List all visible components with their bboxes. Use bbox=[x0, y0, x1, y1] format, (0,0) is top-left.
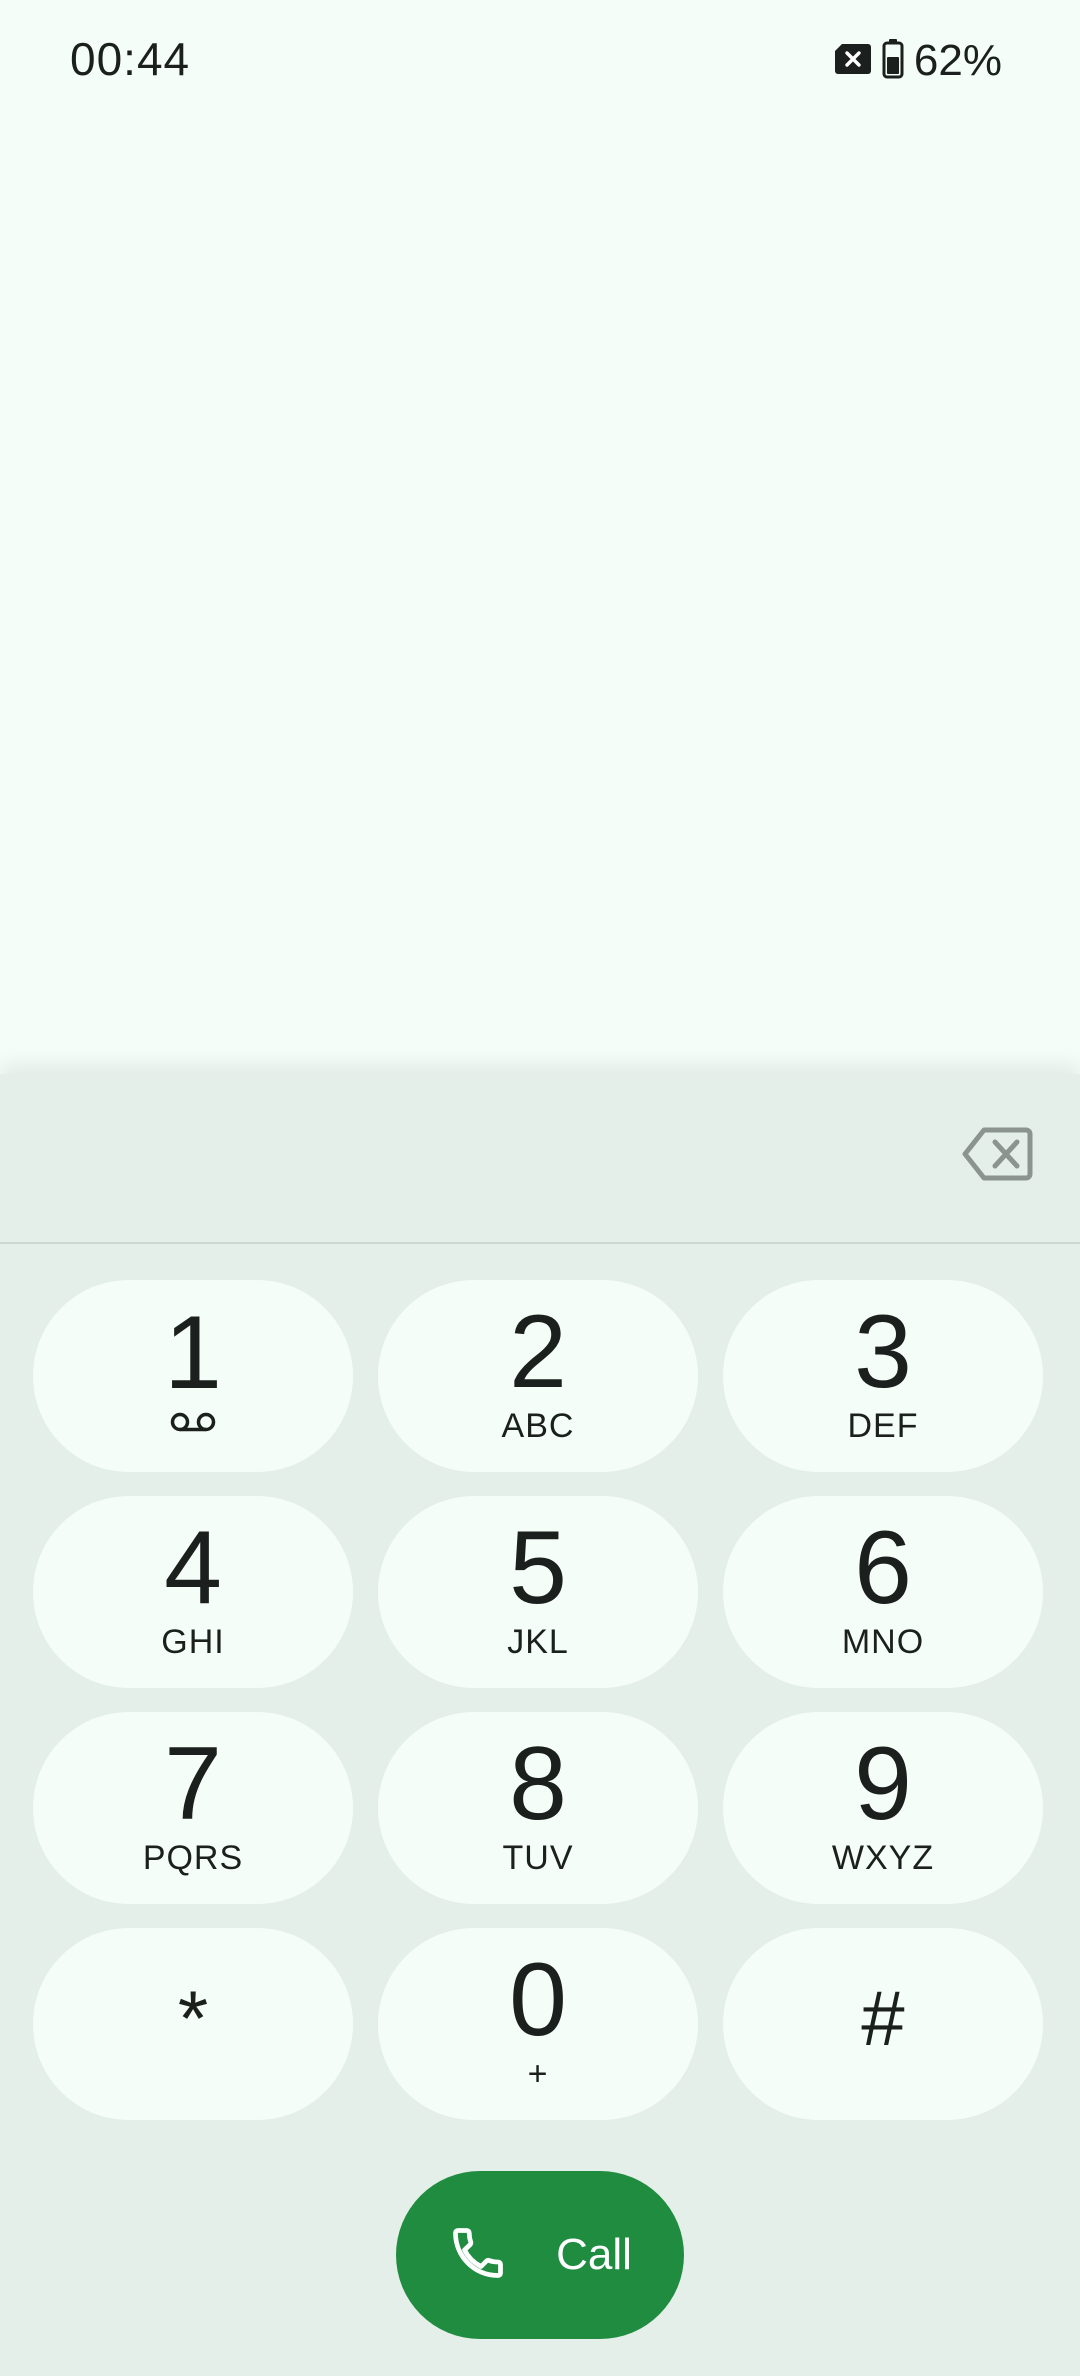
status-bar: 00:44 62% bbox=[0, 0, 1080, 120]
key-letters: GHI bbox=[161, 1623, 225, 1661]
call-label: Call bbox=[556, 2230, 632, 2279]
phone-icon bbox=[448, 2223, 508, 2288]
key-letters: JKL bbox=[507, 1623, 569, 1661]
divider bbox=[0, 1242, 1080, 1244]
key-0[interactable]: 0 + bbox=[378, 1928, 698, 2120]
key-digit: 1 bbox=[164, 1295, 222, 1411]
key-letters: MNO bbox=[841, 1623, 925, 1661]
battery-icon bbox=[882, 38, 904, 84]
key-digit: * bbox=[177, 1974, 209, 2062]
dialpad-sheet: 1 2 ABC 3 DEF 4 GHI 5 JKL 6 MNO 7 PQRS 8… bbox=[0, 1074, 1080, 2376]
backspace-icon bbox=[962, 1127, 1034, 1186]
status-time: 00:44 bbox=[70, 33, 191, 85]
key-letters: TUV bbox=[502, 1839, 574, 1877]
key-4[interactable]: 4 GHI bbox=[33, 1496, 353, 1688]
key-6[interactable]: 6 MNO bbox=[723, 1496, 1043, 1688]
key-8[interactable]: 8 TUV bbox=[378, 1712, 698, 1904]
keypad: 1 2 ABC 3 DEF 4 GHI 5 JKL 6 MNO 7 PQRS 8… bbox=[33, 1280, 1047, 2120]
key-letters: PQRS bbox=[142, 1839, 244, 1877]
key-hash[interactable]: # bbox=[723, 1928, 1043, 2120]
digits-row bbox=[0, 1074, 1080, 1242]
backspace-button[interactable] bbox=[962, 1126, 1034, 1182]
dialer-content-area bbox=[0, 120, 1080, 1050]
key-letters: WXYZ bbox=[831, 1839, 935, 1877]
dialer-screen: 00:44 62% 1 2 ABC 3 DEF 4 GHI 5 JKL 6 MN… bbox=[0, 0, 1080, 2376]
key-digit: 7 bbox=[164, 1726, 222, 1842]
key-letters: + bbox=[527, 2055, 549, 2093]
voicemail-icon bbox=[170, 1411, 216, 1445]
digits-input[interactable] bbox=[40, 1104, 920, 1214]
key-digit: 3 bbox=[854, 1294, 912, 1410]
key-digit: 2 bbox=[509, 1294, 567, 1410]
key-digit: 6 bbox=[854, 1510, 912, 1626]
key-digit: 0 bbox=[509, 1942, 567, 2058]
key-star[interactable]: * bbox=[33, 1928, 353, 2120]
key-digit: # bbox=[861, 1974, 905, 2062]
key-digit: 4 bbox=[164, 1510, 222, 1626]
key-1[interactable]: 1 bbox=[33, 1280, 353, 1472]
key-digit: 8 bbox=[509, 1726, 567, 1842]
key-letters: ABC bbox=[501, 1407, 575, 1445]
status-icons: 62% bbox=[834, 34, 1002, 88]
key-3[interactable]: 3 DEF bbox=[723, 1280, 1043, 1472]
key-digit: 5 bbox=[509, 1510, 567, 1626]
battery-percent: 62% bbox=[913, 36, 1002, 85]
key-5[interactable]: 5 JKL bbox=[378, 1496, 698, 1688]
key-digit: 9 bbox=[854, 1726, 912, 1842]
key-9[interactable]: 9 WXYZ bbox=[723, 1712, 1043, 1904]
no-sim-icon bbox=[834, 43, 872, 80]
key-2[interactable]: 2 ABC bbox=[378, 1280, 698, 1472]
call-button[interactable]: Call bbox=[396, 2171, 684, 2339]
key-letters: DEF bbox=[847, 1407, 919, 1445]
key-7[interactable]: 7 PQRS bbox=[33, 1712, 353, 1904]
